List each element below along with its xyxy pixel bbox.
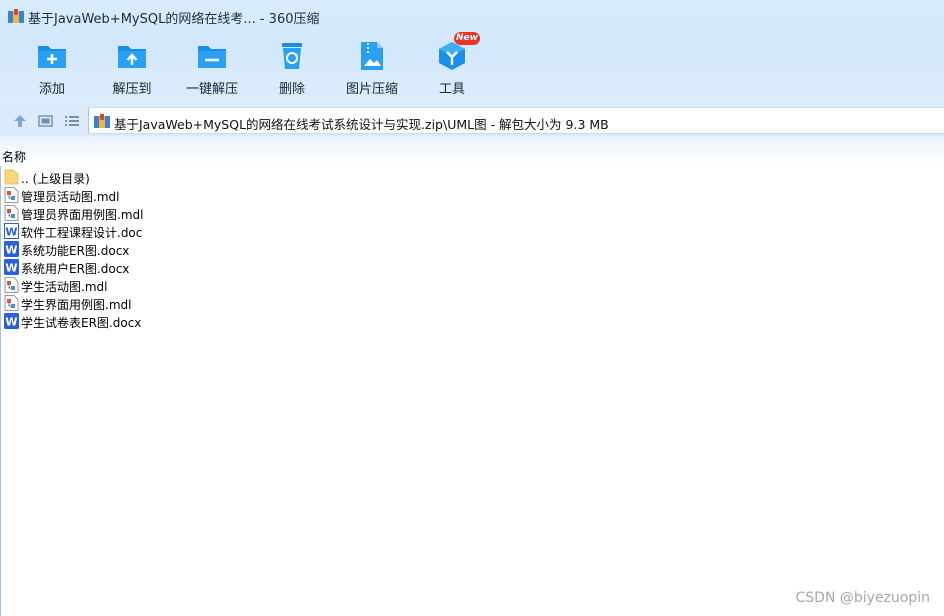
mdl-file-icon [4, 205, 19, 221]
zip-archive-icon [94, 114, 110, 128]
list-item-name: 学生试卷表ER图.docx [21, 316, 142, 330]
archive-app-icon [8, 9, 24, 23]
list-view-button[interactable] [63, 112, 81, 130]
watermark: CSDN @biyezuopin [795, 590, 930, 606]
tools-label: 工具 [438, 82, 465, 97]
arrow-up-icon [14, 115, 26, 127]
list-item-name: 学生活动图.mdl [21, 280, 108, 294]
extract-folder-icon [116, 40, 148, 72]
list-item-name: 学生界面用例图.mdl [21, 298, 132, 312]
add-label: 添加 [38, 82, 65, 97]
mdl-file-icon [4, 295, 19, 311]
thumbnail-view-icon [38, 115, 53, 127]
delete-button[interactable]: 删除 [253, 40, 331, 100]
recycle-bin-icon [276, 40, 308, 72]
list-item-name: 软件工程课程设计.doc [21, 226, 143, 240]
doc-file-icon: W [4, 223, 19, 239]
up-directory-button[interactable] [11, 112, 29, 130]
list-item-name: 管理员界面用例图.mdl [21, 208, 144, 222]
svg-text:W: W [5, 316, 17, 329]
add-folder-icon [36, 40, 68, 72]
svg-text:W: W [5, 226, 17, 239]
svg-text:W: W [5, 244, 17, 257]
folder-icon [4, 169, 19, 185]
mdl-file-icon [4, 187, 19, 203]
extract-to-label: 解压到 [112, 82, 152, 97]
address-path: 基于JavaWeb+MySQL的网络在线考试系统设计与实现.zip\UML图 -… [114, 117, 609, 132]
list-item[interactable]: 学生活动图.mdl [3, 276, 303, 294]
list-view-icon [65, 116, 79, 126]
tools-button[interactable]: 工具 [413, 40, 491, 100]
list-item[interactable]: 管理员活动图.mdl [3, 186, 303, 204]
list-item[interactable]: W 学生试卷表ER图.docx [3, 312, 303, 330]
title-bar: 基于JavaWeb+MySQL的网络在线考... - 360压缩 [0, 0, 944, 32]
list-item[interactable]: W 系统用户ER图.docx [3, 258, 303, 276]
list-item[interactable]: W 软件工程课程设计.doc [3, 222, 303, 240]
extract-to-button[interactable]: 解压到 [93, 40, 171, 100]
image-compress-icon [356, 40, 388, 72]
list-item[interactable]: 管理员界面用例图.mdl [3, 204, 303, 222]
window-title: 基于JavaWeb+MySQL的网络在线考... - 360压缩 [28, 12, 320, 27]
add-button[interactable]: 添加 [13, 40, 91, 100]
thumbnail-view-button[interactable] [37, 112, 55, 130]
list-item[interactable]: W 系统功能ER图.docx [3, 240, 303, 258]
docx-file-icon: W [4, 259, 19, 275]
image-compress-label: 图片压缩 [345, 82, 398, 97]
list-item-parent-directory[interactable]: .. (上级目录) [3, 168, 303, 186]
list-item-name: 系统功能ER图.docx [21, 244, 130, 258]
list-left-border [0, 166, 1, 616]
column-header-name[interactable]: 名称 [2, 148, 26, 165]
mdl-file-icon [4, 277, 19, 293]
list-item-name: .. (上级目录) [21, 172, 90, 186]
svg-text:W: W [5, 262, 17, 275]
delete-label: 删除 [278, 82, 305, 97]
list-item-name: 系统用户ER图.docx [21, 262, 130, 276]
address-bar[interactable]: 基于JavaWeb+MySQL的网络在线考试系统设计与实现.zip\UML图 -… [88, 107, 944, 134]
image-compress-button[interactable]: 图片压缩 [333, 40, 411, 100]
new-badge: New [454, 32, 480, 45]
one-click-extract-icon [196, 40, 228, 72]
one-click-extract-label: 一键解压 [185, 82, 238, 97]
docx-file-icon: W [4, 241, 19, 257]
app-header: 基于JavaWeb+MySQL的网络在线考... - 360压缩 添加 解压到 [0, 0, 944, 106]
list-header: 名称 [0, 136, 944, 166]
one-click-extract-button[interactable]: 一键解压 [173, 40, 251, 100]
list-item[interactable]: 学生界面用例图.mdl [3, 294, 303, 312]
list-item-name: 管理员活动图.mdl [21, 190, 120, 204]
docx-file-icon: W [4, 313, 19, 329]
